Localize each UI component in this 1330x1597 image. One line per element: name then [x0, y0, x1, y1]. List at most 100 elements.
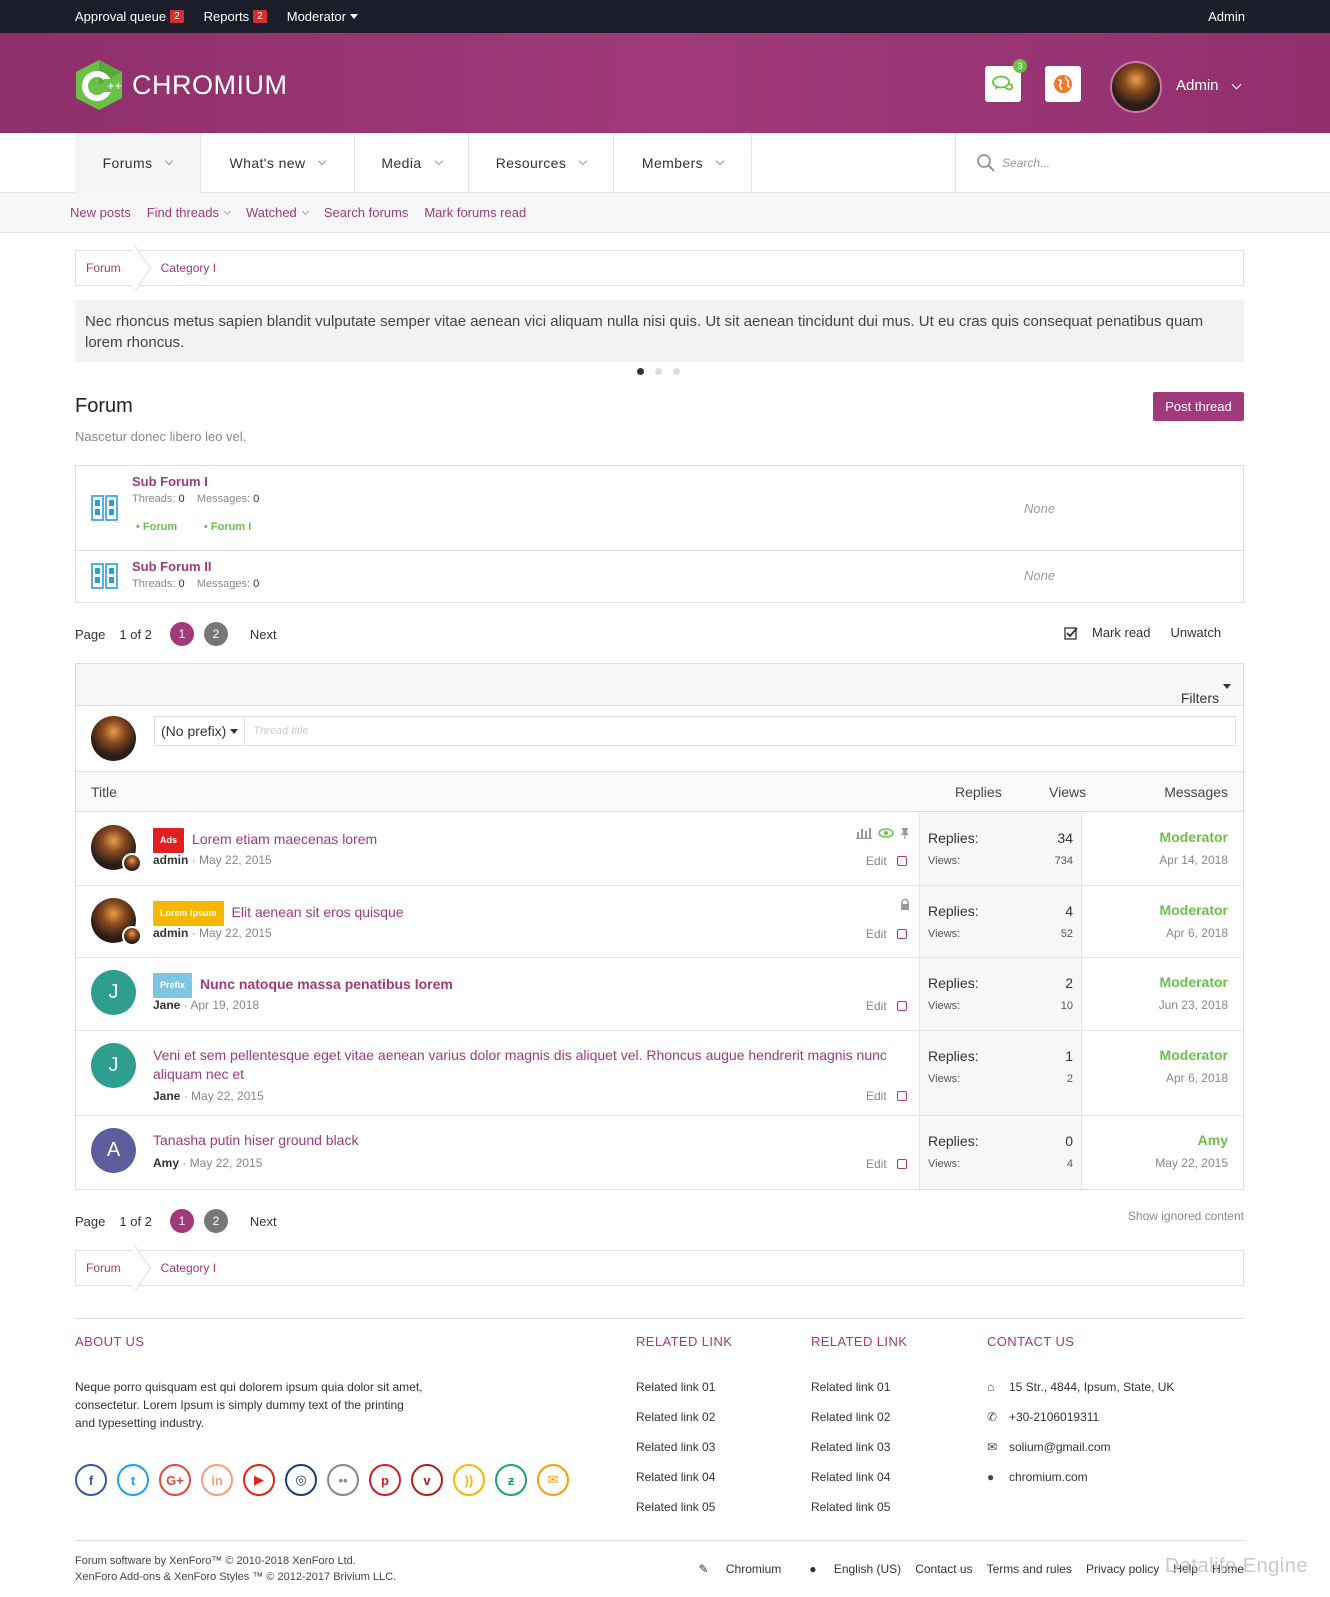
page-1-button[interactable]: 1	[169, 622, 194, 646]
post-thread-button[interactable]: Post thread	[1153, 392, 1244, 421]
edit-link[interactable]: Edit	[866, 1157, 887, 1171]
tab-whats-new[interactable]: What's new	[201, 133, 355, 193]
filters-menu[interactable]: Filters	[1181, 677, 1231, 706]
language-chooser-link[interactable]: ● English (US)	[795, 1562, 901, 1576]
approval-queue-link[interactable]: Approval queue 2	[75, 9, 184, 24]
child-forum-link[interactable]: • Forum I	[204, 521, 251, 533]
thread-author[interactable]: admin	[153, 853, 188, 867]
last-post-date[interactable]: Jun 23, 2018	[1159, 998, 1228, 1012]
breadcrumb-forums[interactable]: Forums	[76, 1251, 143, 1285]
related-link[interactable]: Related link 05	[811, 1500, 890, 1530]
contact-email[interactable]: solium@gmail.com	[1009, 1440, 1111, 1470]
unwatch-link[interactable]: Unwatch	[1171, 625, 1222, 640]
facebook-icon[interactable]: f	[75, 1464, 107, 1496]
col-title[interactable]: Title	[91, 784, 117, 800]
search-input[interactable]: Search...	[1002, 156, 1050, 170]
subforum-title[interactable]: Sub Forum II	[132, 559, 211, 574]
thread-title[interactable]: Tanasha putin hiser ground black	[153, 1131, 358, 1150]
thread-author[interactable]: Amy	[153, 1156, 179, 1170]
watched-link[interactable]: Watched	[246, 205, 309, 220]
terms-link[interactable]: Terms and rules	[987, 1562, 1072, 1576]
notice-dot[interactable]	[673, 368, 680, 375]
contact-us-link[interactable]: Contact us	[915, 1562, 972, 1576]
breadcrumb-forums[interactable]: Forums	[76, 251, 143, 285]
new-posts-link[interactable]: New posts	[70, 205, 131, 220]
copyright-line[interactable]: XenForo Add-ons & XenForo Styles ™ © 201…	[75, 1569, 396, 1585]
next-page-link[interactable]: Next	[250, 627, 277, 642]
user-avatar[interactable]	[1110, 61, 1162, 113]
select-checkbox[interactable]	[896, 929, 907, 939]
conversations-button[interactable]: 3	[985, 59, 1027, 102]
contact-phone[interactable]: +30-2106019311	[1009, 1410, 1099, 1440]
thread-row[interactable]: J Prefix Nunc natoque massa penatibus lor…	[76, 958, 1243, 1031]
related-link[interactable]: Related link 02	[636, 1410, 715, 1440]
chevron-down-icon[interactable]	[318, 156, 327, 166]
admin-link[interactable]: Admin	[1208, 9, 1245, 24]
moderator-menu[interactable]: Moderator	[287, 9, 358, 24]
related-link[interactable]: Related link 01	[636, 1380, 715, 1410]
thread-author[interactable]: admin	[153, 926, 188, 940]
search-forums-link[interactable]: Search forums	[324, 205, 409, 220]
last-post-user[interactable]: Moderator	[1159, 829, 1228, 845]
page-2-button[interactable]: 2	[203, 622, 228, 646]
page-1-button[interactable]: 1	[169, 1209, 194, 1233]
last-poster-avatar[interactable]	[122, 853, 142, 873]
last-post-user[interactable]: Moderator	[1159, 974, 1228, 990]
related-link[interactable]: Related link 02	[811, 1410, 890, 1440]
edit-link[interactable]: Edit	[866, 854, 887, 868]
thread-title[interactable]: Ads Lorem etiam maecenas lorem	[153, 828, 377, 853]
thread-row[interactable]: Ads Lorem etiam maecenas lorem admin · Ma…	[76, 813, 1243, 886]
thread-row[interactable]: Lorem ipsum Elit aenean sit eros quisque …	[76, 886, 1243, 958]
chevron-down-icon[interactable]	[434, 156, 443, 166]
breadcrumb-category[interactable]: Category I	[143, 261, 216, 275]
tab-media[interactable]: Media	[355, 133, 469, 193]
google-plus-icon[interactable]: G+	[159, 1464, 191, 1496]
avatar[interactable]: J	[91, 970, 136, 1015]
thread-author[interactable]: Jane	[153, 1089, 180, 1103]
alerts-button[interactable]	[1045, 66, 1081, 102]
select-checkbox[interactable]	[896, 1159, 907, 1169]
linkedin-icon[interactable]: in	[201, 1464, 233, 1496]
child-forum-link[interactable]: • Forum	[136, 521, 177, 533]
prefix-select[interactable]: (No prefix)	[155, 717, 246, 745]
select-checkbox[interactable]	[896, 1001, 907, 1011]
col-replies[interactable]: Replies	[955, 784, 1002, 800]
breadcrumb-category[interactable]: Category I	[143, 1261, 216, 1275]
site-logo[interactable]: ++ CHROMIUM	[74, 59, 287, 111]
style-chooser-link[interactable]: ✎ Chromium	[684, 1562, 781, 1576]
notice-dot[interactable]	[637, 368, 644, 375]
tab-resources[interactable]: Resources	[469, 133, 614, 193]
thread-title-input[interactable]: Thread title	[245, 725, 308, 737]
thread-title[interactable]: Lorem ipsum Elit aenean sit eros quisque	[153, 901, 404, 926]
last-post-date[interactable]: Apr 6, 2018	[1160, 1071, 1228, 1085]
thread-row[interactable]: A Tanasha putin hiser ground black Amy ·…	[76, 1116, 1243, 1189]
edit-link[interactable]: Edit	[866, 999, 887, 1013]
last-post-date[interactable]: Apr 6, 2018	[1160, 926, 1228, 940]
thread-title[interactable]: Veni et sem pellentesque eget vitae aene…	[153, 1046, 913, 1084]
related-link[interactable]: Related link 03	[636, 1440, 715, 1470]
chevron-down-icon[interactable]	[715, 156, 725, 166]
related-link[interactable]: Related link 03	[811, 1440, 890, 1470]
subforum-title[interactable]: Sub Forum I	[132, 474, 208, 489]
tab-forums[interactable]: Forums	[75, 133, 201, 193]
contact-website[interactable]: chromium.com	[1009, 1470, 1088, 1500]
pinterest-icon[interactable]: p	[369, 1464, 401, 1496]
deviantart-icon[interactable]: ƶ	[495, 1464, 527, 1496]
avatar[interactable]: J	[91, 1043, 136, 1088]
col-views[interactable]: Views	[1049, 784, 1086, 800]
edit-link[interactable]: Edit	[866, 927, 887, 941]
related-link[interactable]: Related link 01	[811, 1380, 890, 1410]
show-ignored-link[interactable]: Show ignored content	[1128, 1209, 1244, 1223]
last-post-user[interactable]: Moderator	[1160, 902, 1228, 918]
privacy-link[interactable]: Privacy policy	[1086, 1562, 1159, 1576]
flickr-icon[interactable]: ••	[327, 1464, 359, 1496]
dribbble-icon[interactable]: ◎	[285, 1464, 317, 1496]
next-page-link[interactable]: Next	[250, 1214, 277, 1229]
page-2-button[interactable]: 2	[203, 1209, 228, 1233]
related-link[interactable]: Related link 05	[636, 1500, 715, 1530]
mark-read-link[interactable]: Mark read	[1092, 625, 1151, 640]
chevron-down-icon[interactable]	[579, 156, 588, 166]
find-threads-link[interactable]: Find threads	[147, 205, 232, 220]
related-link[interactable]: Related link 04	[636, 1470, 715, 1500]
chevron-down-icon[interactable]	[165, 156, 174, 166]
